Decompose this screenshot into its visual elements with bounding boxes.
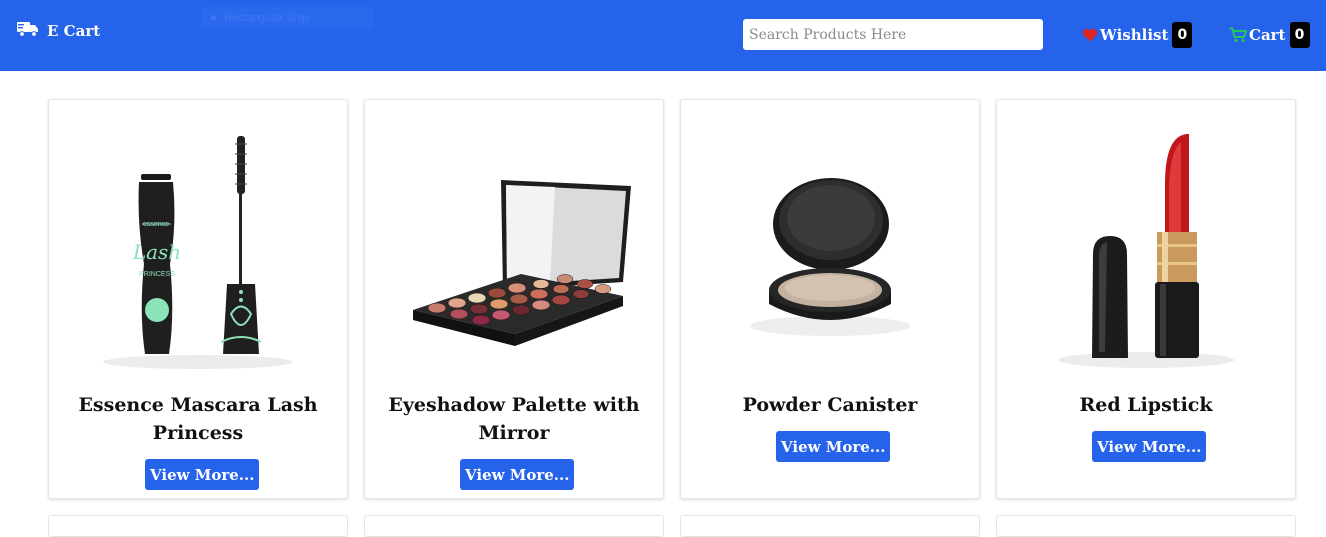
wishlist-link[interactable]: Wishlist 0 bbox=[1082, 22, 1193, 48]
product-title[interactable]: Eyeshadow Palette with Mirror bbox=[385, 391, 643, 447]
mascara-image[interactable]: essence Lash PRINCESS bbox=[49, 114, 347, 382]
heart-icon bbox=[1082, 28, 1098, 42]
search-input[interactable] bbox=[743, 19, 1043, 50]
cart-icon bbox=[1229, 27, 1247, 43]
product-title[interactable]: Powder Canister bbox=[701, 391, 959, 419]
svg-text:essence: essence bbox=[143, 221, 169, 228]
cart-label: Cart bbox=[1249, 26, 1286, 44]
wishlist-label: Wishlist bbox=[1100, 26, 1169, 44]
red-lipstick-image[interactable] bbox=[997, 114, 1295, 382]
product-card: Eyeshadow Palette with Mirror View More.… bbox=[364, 99, 664, 499]
product-card-partial bbox=[996, 515, 1296, 537]
product-card-partial bbox=[48, 515, 348, 537]
cart-count-badge: 0 bbox=[1289, 22, 1310, 48]
product-card: Red Lipstick View More... bbox=[996, 99, 1296, 499]
snip-label: Rectangular Snip bbox=[224, 11, 309, 24]
svg-text:Lash: Lash bbox=[132, 240, 181, 264]
product-card-partial bbox=[680, 515, 980, 537]
view-more-button[interactable]: View More... bbox=[145, 459, 260, 490]
brand-name: E Cart bbox=[47, 22, 101, 40]
truck-icon bbox=[17, 21, 39, 41]
view-more-button[interactable]: View More... bbox=[460, 459, 575, 490]
svg-text:PRINCESS: PRINCESS bbox=[139, 271, 175, 278]
wishlist-count-badge: 0 bbox=[1172, 22, 1193, 48]
powder-canister-image[interactable] bbox=[681, 114, 979, 382]
brand-logo[interactable]: E Cart bbox=[17, 20, 100, 42]
product-title[interactable]: Red Lipstick bbox=[1017, 391, 1275, 419]
product-title[interactable]: Essence Mascara Lash Princess bbox=[69, 391, 327, 447]
snip-tool-overlay: Rectangular Snip bbox=[201, 7, 374, 28]
view-more-button[interactable]: View More... bbox=[776, 431, 891, 462]
cart-link[interactable]: Cart 0 bbox=[1229, 22, 1310, 48]
eyeshadow-palette-image[interactable] bbox=[365, 114, 663, 382]
snip-dot-icon bbox=[211, 15, 216, 20]
product-card-partial bbox=[364, 515, 664, 537]
product-card: Powder Canister View More... bbox=[680, 99, 980, 499]
navbar: E Cart Rectangular Snip Wishlist 0 Cart … bbox=[0, 0, 1326, 71]
product-card: essence Lash PRINCESS Essence Mascara La… bbox=[48, 99, 348, 499]
view-more-button[interactable]: View More... bbox=[1092, 431, 1207, 462]
